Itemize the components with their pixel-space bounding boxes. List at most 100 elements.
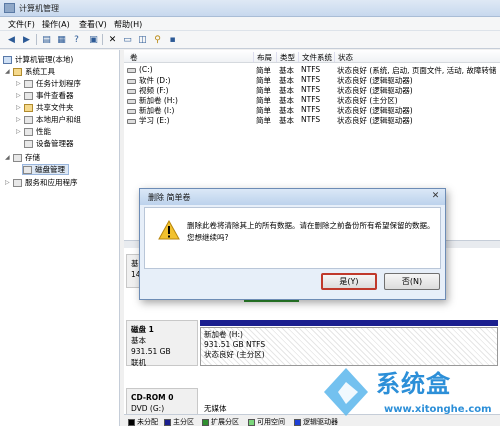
volume-cell: 基本	[279, 115, 300, 126]
volume-cell-text: NTFS	[301, 105, 321, 114]
volume-list-header: 卷 布局 类型 文件系统 状态	[124, 50, 500, 63]
computer-management-icon	[4, 3, 15, 13]
tree-system-tools[interactable]: ◢ 系统工具	[5, 66, 55, 77]
close-icon[interactable]: ✕	[429, 191, 442, 203]
volume-cell: 学习 (E:)	[127, 115, 253, 126]
volume-cell-text: 状态良好 (逻辑驱动器)	[337, 86, 413, 95]
storage-icon	[13, 153, 22, 162]
search-icon[interactable]: ⚲	[151, 33, 164, 46]
cdrom-label[interactable]: CD-ROM 0 DVD (G:)	[126, 388, 198, 414]
volume-cell: (C:)	[127, 65, 253, 74]
delete-volume-dialog: 删除 简单卷 ✕ 删除此卷将清除其上的所有数据。请在删除之前备份所有希望保留的数…	[139, 188, 446, 300]
tree-device-manager[interactable]: 设备管理器	[24, 138, 74, 149]
collapse-icon[interactable]: ◢	[5, 154, 11, 161]
volume-cell-text: 基本	[279, 106, 294, 115]
tree-storage[interactable]: ◢ 存储	[5, 152, 40, 163]
drive-icon	[127, 88, 136, 94]
volume-cell-text: 基本	[279, 76, 294, 85]
drive-icon	[127, 98, 136, 104]
tree-task-scheduler[interactable]: ▷ 任务计划程序	[16, 78, 81, 89]
legend-swatch	[248, 418, 255, 426]
back-icon[interactable]: ◀	[5, 33, 18, 46]
tree-shared-folders[interactable]: ▷ 共享文件夹	[16, 102, 74, 113]
tree-performance[interactable]: ▷ 性能	[16, 126, 51, 137]
dialog-title: 删除 简单卷	[148, 193, 191, 202]
device-manager-icon	[24, 139, 33, 148]
menu-view[interactable]: 查看(V)	[79, 19, 107, 30]
tree-event-viewer[interactable]: ▷ 事件查看器	[16, 90, 74, 101]
properties-icon[interactable]: ▣	[87, 33, 100, 46]
legend-unallocated: 未分配	[128, 417, 158, 426]
volume-cell: NTFS	[301, 115, 336, 124]
volume-cell-text: NTFS	[301, 95, 321, 104]
menu-help[interactable]: 帮助(H)	[114, 19, 142, 30]
volume-row[interactable]: 软件 (D:) 简单 基本 NTFS 状态良好 (逻辑驱动器)	[124, 75, 500, 85]
volume-cell-text: 基本	[279, 86, 294, 95]
volume-cell-text: 状态良好 (逻辑驱动器)	[337, 76, 413, 85]
expand-icon[interactable]: ▷	[16, 116, 22, 123]
tree-root[interactable]: 计算机管理(本地)	[3, 54, 73, 65]
delete-icon[interactable]: ✕	[106, 33, 119, 46]
column-filesystem[interactable]: 文件系统	[298, 52, 334, 62]
column-type[interactable]: 类型	[276, 52, 298, 62]
drive-icon	[127, 118, 136, 124]
computer-icon	[3, 55, 12, 64]
expand-icon[interactable]: ▷	[5, 179, 11, 186]
warning-icon	[158, 220, 180, 240]
menu-action[interactable]: 操作(A)	[42, 19, 70, 30]
forward-icon[interactable]: ▶	[20, 33, 33, 46]
drive-icon	[127, 67, 136, 73]
expand-icon[interactable]: ▷	[16, 80, 22, 87]
volume-cell-text: 软件 (D:)	[139, 76, 171, 85]
help-icon[interactable]: ?	[70, 33, 83, 46]
legend-swatch	[294, 418, 301, 426]
no-button[interactable]: 否(N)	[384, 273, 440, 290]
explore-icon[interactable]: ◫	[136, 33, 149, 46]
volume-cell-text: 新加卷 (H:)	[139, 96, 178, 105]
disk1-label[interactable]: 磁盘 1 基本 931.51 GB 联机	[126, 320, 198, 367]
volume-row[interactable]: (C:) 简单 基本 NTFS 状态良好 (系统, 启动, 页面文件, 活动, 故障转储	[124, 65, 500, 75]
disk-management-icon	[23, 165, 32, 174]
column-layout[interactable]: 布局	[253, 52, 276, 62]
volume-row[interactable]: 学习 (E:) 简单 基本 NTFS 状态良好 (逻辑驱动器)	[124, 115, 500, 125]
legend-swatch	[128, 418, 135, 426]
show-hide-tree-icon[interactable]: ▦	[55, 33, 68, 46]
up-folder-icon[interactable]: ▤	[40, 33, 53, 46]
volume-row[interactable]: 新加卷 (H:) 简单 基本 NTFS 状态良好 (主分区)	[124, 95, 500, 105]
volume-cell-text: NTFS	[301, 75, 321, 84]
volume-cell-text: 视频 (F:)	[139, 86, 169, 95]
drive-icon	[127, 78, 136, 84]
yes-button[interactable]: 是(Y)	[321, 273, 377, 290]
volume-row[interactable]: 视频 (F:) 简单 基本 NTFS 状态良好 (逻辑驱动器)	[124, 85, 500, 95]
title-bar: 计算机管理	[0, 0, 500, 17]
legend-primary: 主分区	[164, 417, 194, 426]
dialog-message: 删除此卷将清除其上的所有数据。请在删除之前备份所有希望保留的数据。您想继续吗?	[187, 221, 435, 242]
expand-icon[interactable]: ▷	[16, 128, 22, 135]
column-volume[interactable]: 卷	[127, 52, 253, 62]
volume-row[interactable]: 新加卷 (I:) 简单 基本 NTFS 状态良好 (逻辑驱动器)	[124, 105, 500, 115]
event-viewer-icon	[24, 91, 33, 100]
dialog-title-bar: 删除 简单卷 ✕	[140, 189, 445, 205]
volume-cell: NTFS	[301, 105, 336, 114]
drive-icon	[127, 108, 136, 114]
help-icon-2[interactable]: ▪	[166, 33, 179, 46]
window-title: 计算机管理	[19, 4, 59, 13]
primary-partition-bar	[200, 320, 498, 326]
watermark: 系统盒 www.xitonghe.com	[312, 360, 500, 426]
volume-cell-text: 基本	[279, 96, 294, 105]
menu-file[interactable]: 文件(F)	[8, 19, 35, 30]
folder-icon	[24, 103, 33, 112]
menu-bar: 文件(F) 操作(A) 查看(V) 帮助(H)	[0, 17, 500, 31]
volume-cell-text: 基本	[279, 116, 294, 125]
tree-local-users[interactable]: ▷ 本地用户和组	[16, 114, 81, 125]
tree-services-apps[interactable]: ▷ 服务和应用程序	[5, 177, 78, 188]
tree-disk-management[interactable]: 磁盘管理	[22, 164, 69, 175]
column-status[interactable]: 状态	[334, 52, 500, 62]
open-icon[interactable]: ▭	[121, 33, 134, 46]
volume-cell-text: NTFS	[301, 65, 321, 74]
expand-icon[interactable]: ▷	[16, 92, 22, 99]
volume-cell-text: NTFS	[301, 115, 321, 124]
collapse-icon[interactable]: ◢	[5, 68, 11, 75]
expand-icon[interactable]: ▷	[16, 104, 22, 111]
volume-cell-text: 简单	[256, 116, 271, 125]
